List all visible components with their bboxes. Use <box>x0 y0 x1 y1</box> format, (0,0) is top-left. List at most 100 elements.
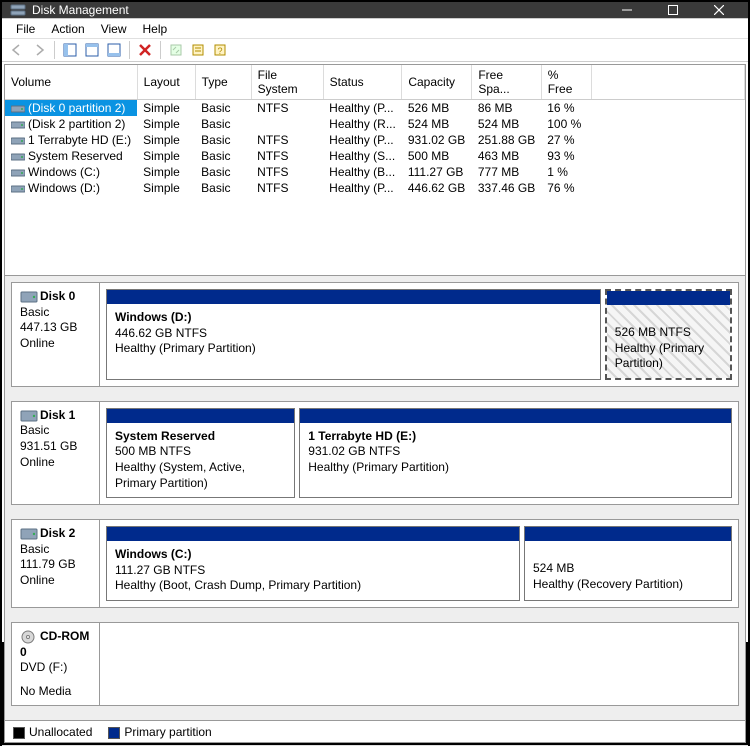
partition-stripe <box>107 409 294 423</box>
partition[interactable]: 1 Terrabyte HD (E:)931.02 GB NTFSHealthy… <box>299 408 732 498</box>
partition-status: Healthy (Primary Partition) <box>115 341 592 357</box>
partition-status: Healthy (Boot, Crash Dump, Primary Parti… <box>115 578 511 594</box>
cd-icon <box>20 630 38 644</box>
disk-state: Online <box>20 573 91 589</box>
partition-stripe <box>107 290 600 304</box>
volume-list-header[interactable]: Volume Layout Type File System Status Ca… <box>5 65 745 100</box>
volume-capacity: 524 MB <box>402 116 472 132</box>
partition-status: Healthy (Primary Partition) <box>615 341 722 372</box>
partition[interactable]: Windows (C:)111.27 GB NTFSHealthy (Boot,… <box>106 526 520 601</box>
volume-fs: NTFS <box>251 100 323 117</box>
volume-pctfree: 16 % <box>541 100 591 117</box>
partition[interactable]: 526 MB NTFSHealthy (Primary Partition) <box>605 289 732 380</box>
menu-help[interactable]: Help <box>135 20 176 38</box>
menu-view[interactable]: View <box>93 20 135 38</box>
volume-fs: NTFS <box>251 180 323 196</box>
partition-stripe <box>607 291 730 305</box>
col-free[interactable]: Free Spa... <box>472 65 541 100</box>
col-capacity[interactable]: Capacity <box>402 65 472 100</box>
partition-size: 446.62 GB NTFS <box>115 326 592 342</box>
volume-row[interactable]: Windows (C:)SimpleBasicNTFSHealthy (B...… <box>5 164 745 180</box>
volume-name: System Reserved <box>5 148 137 164</box>
partitions: Windows (D:)446.62 GB NTFSHealthy (Prima… <box>100 283 738 386</box>
partition[interactable]: 524 MBHealthy (Recovery Partition) <box>524 526 732 601</box>
scope-pane-icon[interactable] <box>59 39 81 61</box>
detail-pane-icon[interactable] <box>81 39 103 61</box>
col-layout[interactable]: Layout <box>137 65 195 100</box>
svg-text:?: ? <box>217 46 222 56</box>
volume-row[interactable]: Windows (D:)SimpleBasicNTFSHealthy (P...… <box>5 180 745 196</box>
volume-layout: Simple <box>137 148 195 164</box>
partition-title: 1 Terrabyte HD (E:) <box>308 429 723 445</box>
menu-file[interactable]: File <box>8 20 43 38</box>
disk-info: Disk 0Basic447.13 GBOnline <box>12 283 100 386</box>
disk-row[interactable]: Disk 0Basic447.13 GBOnlineWindows (D:)44… <box>11 282 739 387</box>
volume-row[interactable]: System ReservedSimpleBasicNTFSHealthy (S… <box>5 148 745 164</box>
titlebar[interactable]: Disk Management <box>2 2 748 18</box>
volume-capacity: 446.62 GB <box>402 180 472 196</box>
volume-status: Healthy (P... <box>323 132 402 148</box>
partition-size: 500 MB NTFS <box>115 444 286 460</box>
disk-row[interactable]: Disk 2Basic111.79 GBOnlineWindows (C:)11… <box>11 519 739 608</box>
drive-icon <box>11 167 25 179</box>
back-button[interactable] <box>6 39 28 61</box>
toolbar-separator <box>54 41 55 59</box>
window-title: Disk Management <box>32 3 604 17</box>
partition[interactable]: System Reserved500 MB NTFSHealthy (Syste… <box>106 408 295 498</box>
col-status[interactable]: Status <box>323 65 402 100</box>
col-fs[interactable]: File System <box>251 65 323 100</box>
disk-info: Disk 1Basic931.51 GBOnline <box>12 402 100 504</box>
drive-icon <box>11 151 25 163</box>
help-icon[interactable]: ? <box>209 39 231 61</box>
refresh-icon[interactable] <box>165 39 187 61</box>
volume-name: Windows (C:) <box>5 164 137 180</box>
partition-title: System Reserved <box>115 429 286 445</box>
disk-kind: Basic <box>20 542 91 558</box>
forward-button[interactable] <box>28 39 50 61</box>
partition-title: Windows (D:) <box>115 310 592 326</box>
legend-unallocated: Unallocated <box>13 725 92 739</box>
partition-status: Healthy (System, Active, Primary Partiti… <box>115 460 286 491</box>
disk-row[interactable]: Disk 1Basic931.51 GBOnlineSystem Reserve… <box>11 401 739 505</box>
disk-kind: Basic <box>20 305 91 321</box>
volume-free: 524 MB <box>472 116 541 132</box>
volume-type: Basic <box>195 100 251 117</box>
volume-row[interactable]: 1 Terrabyte HD (E:)SimpleBasicNTFSHealth… <box>5 132 745 148</box>
volume-status: Healthy (R... <box>323 116 402 132</box>
col-volume[interactable]: Volume <box>5 65 137 100</box>
volume-pctfree: 1 % <box>541 164 591 180</box>
volume-free: 251.88 GB <box>472 132 541 148</box>
volume-row[interactable]: (Disk 2 partition 2)SimpleBasicHealthy (… <box>5 116 745 132</box>
disk-icon <box>20 527 38 541</box>
col-type[interactable]: Type <box>195 65 251 100</box>
volume-pctfree: 27 % <box>541 132 591 148</box>
col-pctfree[interactable]: % Free <box>541 65 591 100</box>
maximize-button[interactable] <box>650 2 696 18</box>
volume-layout: Simple <box>137 100 195 117</box>
content-panel: Volume Layout Type File System Status Ca… <box>4 64 746 743</box>
volume-layout: Simple <box>137 132 195 148</box>
minimize-button[interactable] <box>604 2 650 18</box>
partition-size: 111.27 GB NTFS <box>115 563 511 579</box>
partition-size: 526 MB NTFS <box>615 325 722 341</box>
legend-primary: Primary partition <box>108 725 211 739</box>
disk-info: Disk 2Basic111.79 GBOnline <box>12 520 100 607</box>
window: Disk Management File Action View Help ? <box>0 0 750 644</box>
disk-name: Disk 1 <box>40 408 75 422</box>
volume-row[interactable]: (Disk 0 partition 2)SimpleBasicNTFSHealt… <box>5 100 745 117</box>
close-button[interactable] <box>696 2 742 18</box>
delete-icon[interactable] <box>134 39 156 61</box>
volume-fs: NTFS <box>251 164 323 180</box>
disk-size: 447.13 GB <box>20 320 91 336</box>
col-spacer <box>591 65 744 100</box>
partition[interactable]: Windows (D:)446.62 GB NTFSHealthy (Prima… <box>106 289 601 380</box>
menu-action[interactable]: Action <box>43 20 92 38</box>
bottom-pane-icon[interactable] <box>103 39 125 61</box>
partition-status: Healthy (Primary Partition) <box>308 460 723 476</box>
disk-info: CD-ROM 0DVD (F:)No Media <box>12 623 100 705</box>
properties-icon[interactable] <box>187 39 209 61</box>
volume-name: Windows (D:) <box>5 180 137 196</box>
volume-list[interactable]: Volume Layout Type File System Status Ca… <box>5 65 745 275</box>
disk-map[interactable]: Disk 0Basic447.13 GBOnlineWindows (D:)44… <box>5 276 745 720</box>
disk-row[interactable]: CD-ROM 0DVD (F:)No Media <box>11 622 739 706</box>
